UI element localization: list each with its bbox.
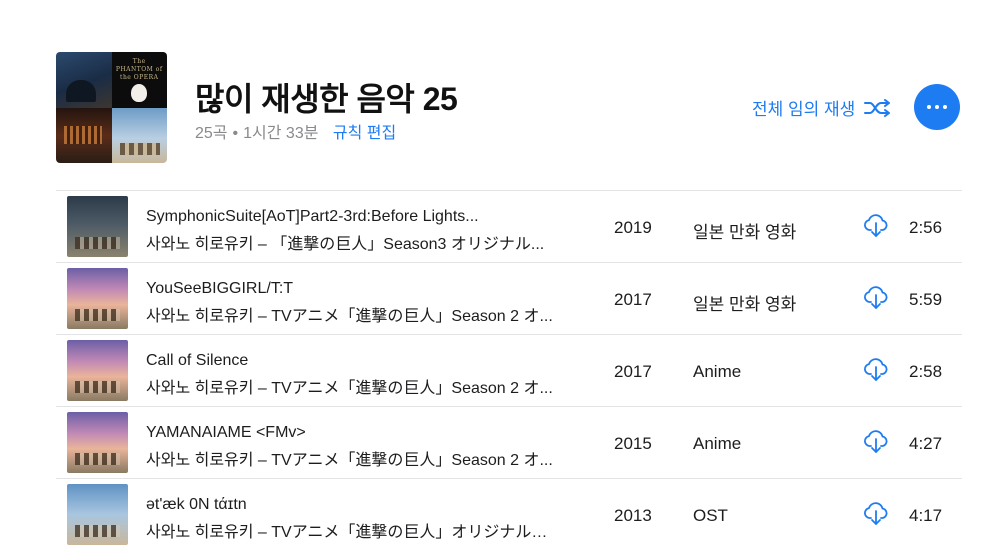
track-genre: 일본 만화 영화	[693, 223, 797, 242]
track-title: YAMANAIAME <FMv>	[146, 424, 306, 441]
track-genre: Anime	[693, 362, 742, 381]
shuffle-all-label: 전체 임의 재생	[752, 100, 856, 119]
cover-art-tile: The PHANTOM of the OPERA	[111, 52, 167, 108]
song-count: 25곡	[195, 125, 228, 142]
track-artwork	[67, 340, 128, 401]
ellipsis-icon	[943, 105, 947, 109]
cover-art-tile	[111, 107, 167, 163]
cloud-download-icon[interactable]	[863, 430, 889, 454]
shuffle-icon	[864, 98, 891, 117]
playlist-duration: 1시간 33분	[243, 125, 319, 142]
mask-image	[130, 83, 147, 102]
track-duration: 2:58	[909, 362, 943, 381]
shuffle-all-button[interactable]: 전체 임의 재생	[752, 95, 892, 120]
track-duration: 4:17	[909, 506, 943, 525]
track-row[interactable]: Call of Silence 사와노 히로유키 – TVアニメ「進撃の巨人」S…	[56, 334, 962, 406]
track-list: SymphonicSuite[AoT]Part2-3rd:Before Ligh…	[56, 190, 962, 549]
track-artist-album: 사와노 히로유키 – TVアニメ「進撃の巨人」Season 2 オ...	[146, 452, 553, 469]
track-artist-album: 사와노 히로유키 – TVアニメ「進撃の巨人」オリジナルサ...	[146, 524, 556, 541]
cloud-download-icon[interactable]	[863, 502, 889, 526]
playlist-title: 많이 재생한 음악 25	[195, 81, 458, 117]
track-row[interactable]: YouSeeBIGGIRL/T:T 사와노 히로유키 – TVアニメ「進撃の巨人…	[56, 262, 962, 334]
track-duration: 5:59	[909, 290, 943, 309]
track-artist-album: 사와노 히로유키 – TVアニメ「進撃の巨人」Season 2 オ...	[146, 380, 553, 397]
track-genre: 일본 만화 영화	[693, 295, 797, 314]
playlist-meta: 25곡 • 1시간 33분 규칙 편집	[195, 119, 396, 143]
edit-rules-link[interactable]: 규칙 편집	[333, 125, 396, 142]
track-year: 2013	[614, 506, 652, 525]
track-row[interactable]: SymphonicSuite[AoT]Part2-3rd:Before Ligh…	[56, 190, 962, 262]
track-row[interactable]: YAMANAIAME <FMv> 사와노 히로유키 – TVアニメ「進撃の巨人」…	[56, 406, 962, 478]
cloud-download-icon[interactable]	[863, 358, 889, 382]
track-artist-album: 사와노 히로유키 – 「進撃の巨人」Season3 オリジナル...	[146, 236, 545, 253]
cloud-download-icon[interactable]	[863, 214, 889, 238]
ellipsis-icon	[927, 105, 931, 109]
track-duration: 2:56	[909, 218, 943, 237]
cover-art-tile	[56, 52, 112, 108]
track-title: Call of Silence	[146, 352, 249, 369]
track-artwork	[67, 196, 128, 257]
cover-art-text: The PHANTOM of the OPERA	[115, 58, 163, 81]
track-duration: 4:27	[909, 434, 943, 453]
playlist-cover-art: The PHANTOM of the OPERA	[56, 52, 167, 163]
playlist-header: The PHANTOM of the OPERA 많이 재생한 음악 25 25…	[0, 0, 1000, 185]
track-year: 2017	[614, 362, 652, 381]
track-genre: Anime	[693, 434, 742, 453]
track-artwork	[67, 484, 128, 545]
meta-separator: •	[232, 125, 239, 142]
track-title: YouSeeBIGGIRL/T:T	[146, 280, 294, 297]
track-row[interactable]: ət'æk 0N tάɪtn 사와노 히로유키 – TVアニメ「進撃の巨人」オリ…	[56, 478, 962, 549]
cloud-download-icon[interactable]	[863, 286, 889, 310]
more-options-button[interactable]	[914, 84, 960, 130]
track-artist-album: 사와노 히로유키 – TVアニメ「進撃の巨人」Season 2 オ...	[146, 308, 553, 325]
track-year: 2017	[614, 290, 652, 309]
track-year: 2019	[614, 218, 652, 237]
cover-art-tile	[56, 107, 112, 163]
track-artwork	[67, 268, 128, 329]
track-year: 2015	[614, 434, 652, 453]
track-title: ət'æk 0N tάɪtn	[146, 496, 247, 513]
ellipsis-icon	[935, 105, 939, 109]
track-genre: OST	[693, 506, 728, 525]
track-artwork	[67, 412, 128, 473]
track-title: SymphonicSuite[AoT]Part2-3rd:Before Ligh…	[146, 208, 479, 225]
